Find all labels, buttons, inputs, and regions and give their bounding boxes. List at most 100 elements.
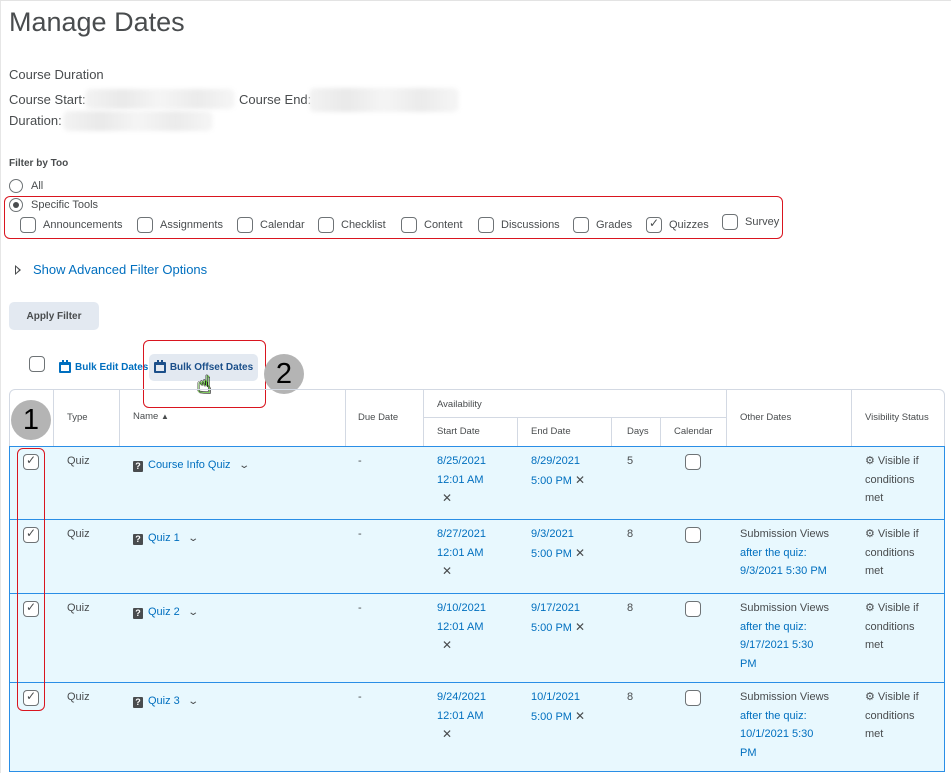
show-advanced-filter-options-link[interactable]: Show Advanced Filter Options <box>15 262 207 277</box>
row-due-date: - <box>358 528 362 540</box>
advanced-link-label: Show Advanced Filter Options <box>33 262 208 277</box>
duration-label: Duration: <box>9 113 62 128</box>
quiz-name-link[interactable]: Quiz 1 <box>148 532 180 544</box>
end-time-link[interactable]: 5:00 PM <box>531 475 572 487</box>
row-name: ? Quiz 1 ⌄ <box>133 529 199 549</box>
row-type: Quiz <box>67 528 90 540</box>
other-date-label: Submission Views <box>740 691 830 703</box>
chevron-down-icon[interactable]: ⌄ <box>187 604 199 623</box>
visibility-text: conditions <box>865 620 915 633</box>
calendar-edit-icon <box>59 360 71 373</box>
tool-checkbox-quizzes[interactable] <box>646 216 662 233</box>
other-date-link[interactable]: after the quiz: <box>740 707 829 726</box>
end-date-link[interactable]: 8/29/2021 <box>531 452 585 471</box>
apply-filter-button[interactable]: Apply Filter <box>9 302 99 330</box>
visibility-text: met <box>865 728 884 740</box>
end-time-link[interactable]: 5:00 PM <box>531 622 572 634</box>
chevron-down-icon[interactable]: ⌄ <box>238 457 250 476</box>
clear-start-date-icon[interactable]: ✕ <box>442 491 452 505</box>
other-date-link[interactable]: 10/1/2021 5:30 <box>740 725 829 744</box>
tool-checkbox-grades[interactable] <box>573 217 589 233</box>
filter-by-tool-label: Filter by Too <box>9 158 69 169</box>
tool-checkbox-label: Announcements <box>43 219 123 231</box>
quiz-name-link[interactable]: Quiz 3 <box>148 695 180 707</box>
visibility-text: met <box>865 492 884 504</box>
tool-checkbox-label: Assignments <box>160 219 223 231</box>
start-date-link[interactable]: 8/25/2021 <box>437 452 486 471</box>
row-start: 8/25/2021 12:01 AM ✕ <box>437 452 486 509</box>
clear-start-date-icon[interactable]: ✕ <box>442 727 452 741</box>
quiz-icon: ? <box>133 697 143 708</box>
header-end-date: End Date <box>531 426 571 437</box>
start-time-link[interactable]: 12:01 AM <box>437 471 486 490</box>
visibility-text: conditions <box>865 709 915 722</box>
row-selection-highlight <box>17 448 45 711</box>
select-all-checkbox[interactable] <box>29 356 45 372</box>
other-date-link[interactable]: PM <box>740 655 829 674</box>
visibility-text: met <box>865 565 884 577</box>
row-calendar-checkbox[interactable] <box>685 690 701 706</box>
visibility-text: Visible if <box>877 528 919 540</box>
clear-end-date-icon[interactable]: ✕ <box>575 709 585 723</box>
start-time-link[interactable]: 12:01 AM <box>437 707 486 726</box>
header-name[interactable]: Name ▲ <box>133 411 169 422</box>
row-calendar-checkbox[interactable] <box>685 601 701 617</box>
start-date-link[interactable]: 9/24/2021 <box>437 688 486 707</box>
bulk-edit-dates-button[interactable]: Bulk Edit Dates <box>59 360 148 373</box>
row-calendar-checkbox[interactable] <box>685 527 701 543</box>
clear-start-date-icon[interactable]: ✕ <box>442 638 452 652</box>
visibility-conditions-icon: ⚙ <box>865 602 875 614</box>
other-date-link[interactable]: after the quiz: <box>740 544 829 563</box>
tool-checkbox-assignments[interactable] <box>137 217 153 233</box>
other-date-link[interactable]: after the quiz: <box>740 618 829 637</box>
page-title: Manage Dates <box>9 7 185 37</box>
start-date-link[interactable]: 9/10/2021 <box>437 599 486 618</box>
quiz-name-link[interactable]: Quiz 2 <box>148 606 180 618</box>
end-time-link[interactable]: 5:00 PM <box>531 711 572 723</box>
other-date-label: Submission Views <box>740 528 830 540</box>
course-end-value-redacted <box>309 88 459 112</box>
end-date-link[interactable]: 9/3/2021 <box>531 525 585 544</box>
row-days: 8 <box>627 602 634 614</box>
chevron-down-icon[interactable]: ⌄ <box>187 693 199 712</box>
visibility-text: Visible if <box>877 455 919 467</box>
start-time-link[interactable]: 12:01 AM <box>437 618 486 637</box>
row-due-date: - <box>358 691 362 703</box>
other-date-label: Submission Views <box>740 602 830 614</box>
clear-end-date-icon[interactable]: ✕ <box>575 620 585 634</box>
calendar-offset-icon <box>153 360 166 373</box>
radio-all[interactable] <box>9 179 23 193</box>
end-date-link[interactable]: 10/1/2021 <box>531 688 585 707</box>
header-availability: Availability <box>437 399 482 410</box>
callout-badge-1: 1 <box>11 400 51 440</box>
course-start-value-redacted <box>85 89 235 109</box>
expand-triangle-icon <box>15 265 21 275</box>
tool-checkbox-checklist[interactable] <box>318 217 334 233</box>
course-start-label: Course Start: <box>9 92 86 107</box>
tool-checkbox-calendar[interactable] <box>237 217 253 233</box>
start-date-link[interactable]: 8/27/2021 <box>437 525 486 544</box>
row-start: 9/10/2021 12:01 AM ✕ <box>437 599 486 656</box>
row-end: 10/1/2021 5:00 PM ✕ <box>531 688 585 726</box>
row-calendar-checkbox[interactable] <box>685 454 701 470</box>
clear-end-date-icon[interactable]: ✕ <box>575 473 585 487</box>
row-name: ? Quiz 2 ⌄ <box>133 603 199 623</box>
tool-checkbox-survey[interactable] <box>722 214 738 230</box>
other-date-link[interactable]: 9/17/2021 5:30 <box>740 636 829 655</box>
end-date-link[interactable]: 9/17/2021 <box>531 599 585 618</box>
chevron-down-icon[interactable]: ⌄ <box>187 530 199 549</box>
tool-checkbox-content[interactable] <box>401 217 417 233</box>
other-date-link[interactable]: 9/3/2021 5:30 PM <box>740 562 829 581</box>
tool-checkbox-announcements[interactable] <box>20 217 36 233</box>
end-time-link[interactable]: 5:00 PM <box>531 548 572 560</box>
tool-checkbox-discussions[interactable] <box>478 217 494 233</box>
clear-end-date-icon[interactable]: ✕ <box>575 546 585 560</box>
other-date-link[interactable]: PM <box>740 744 829 763</box>
start-time-link[interactable]: 12:01 AM <box>437 544 486 563</box>
visibility-conditions-icon: ⚙ <box>865 528 875 540</box>
clear-start-date-icon[interactable]: ✕ <box>442 564 452 578</box>
duration-value-redacted <box>63 111 213 131</box>
quiz-name-link[interactable]: Course Info Quiz <box>148 459 231 471</box>
specific-tools-highlight <box>4 196 783 239</box>
row-end: 9/3/2021 5:00 PM ✕ <box>531 525 585 563</box>
